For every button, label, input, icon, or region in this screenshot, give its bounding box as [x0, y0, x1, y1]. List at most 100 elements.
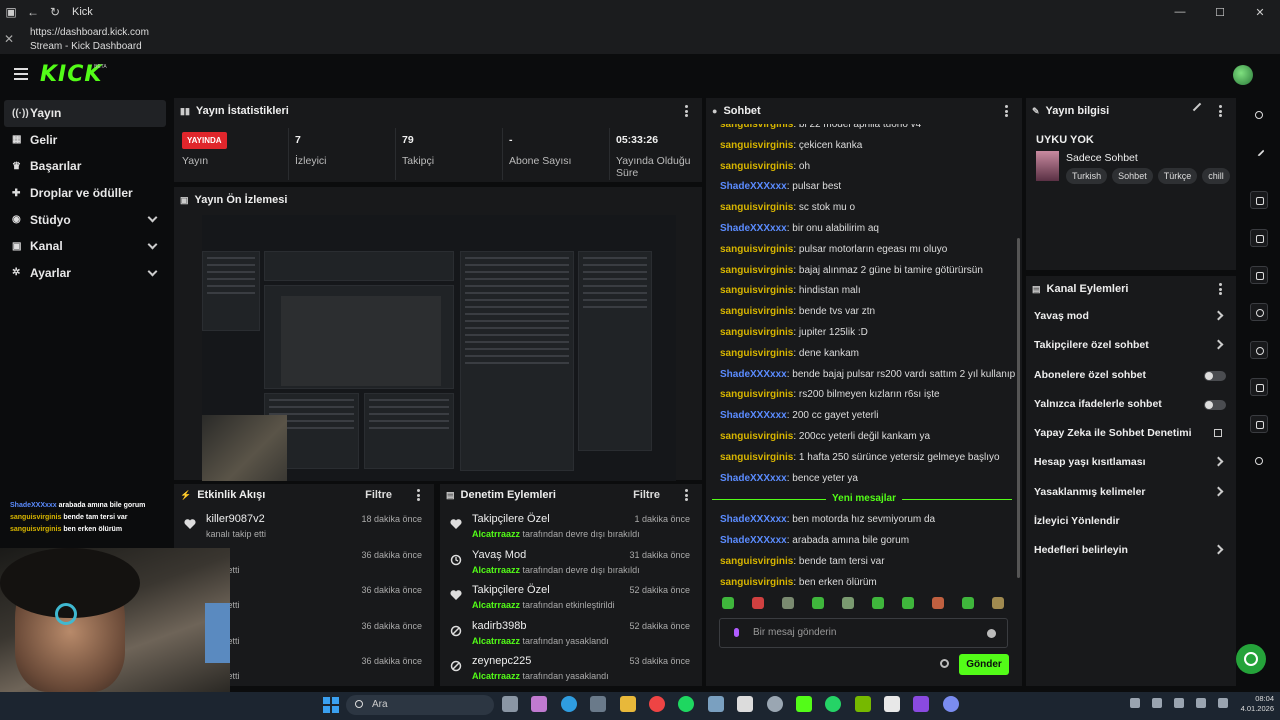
lightning-icon[interactable] [1250, 229, 1268, 247]
tag[interactable]: Sohbet [1112, 168, 1153, 184]
emote-icon[interactable] [992, 597, 1004, 609]
close-icon[interactable]: ✕ [4, 32, 14, 46]
sidebar-item-gelir[interactable]: ▦ Gelir [0, 127, 168, 154]
moderation-name[interactable]: zeynepc225 [472, 655, 531, 667]
sidebar-item-kanal[interactable]: ▣ Kanal [0, 233, 168, 260]
chat-scrollbar[interactable] [1017, 238, 1020, 578]
stream-category[interactable]: Sadece Sohbet [1066, 152, 1138, 164]
action-account-age[interactable]: Hesap yaşı kısıtlaması [1026, 448, 1236, 477]
folder-icon[interactable] [619, 696, 636, 712]
chrome-icon[interactable] [648, 696, 665, 712]
chat-username[interactable]: ShadeXXXxxx [720, 473, 787, 484]
back-icon[interactable]: ← [22, 5, 44, 19]
chat-username[interactable]: ShadeXXXxxx [720, 514, 787, 525]
chat-settings-icon[interactable] [940, 659, 949, 668]
stream-preview-video[interactable] [202, 215, 676, 481]
emote-icon[interactable] [932, 597, 944, 609]
wrench-icon[interactable] [1250, 415, 1268, 433]
edge-icon[interactable] [560, 696, 577, 712]
chat-username[interactable]: sanguisvirginis [720, 285, 793, 296]
sidebar-item-droplar[interactable]: ✚ Droplar ve ödüller [0, 180, 168, 207]
emote-icon[interactable] [812, 597, 824, 609]
gamepad-icon[interactable] [766, 696, 783, 712]
more-icon[interactable] [685, 105, 688, 117]
spotify-icon[interactable] [678, 696, 695, 712]
emoji-icon[interactable] [987, 629, 996, 638]
chat-username[interactable]: ShadeXXXxxx [720, 369, 787, 380]
kick-app-icon[interactable] [795, 696, 812, 712]
nvidia-icon[interactable] [854, 696, 871, 712]
emote-icon[interactable] [962, 597, 974, 609]
action-goals[interactable]: Hedefleri belirleyin [1026, 536, 1236, 565]
menu-icon[interactable] [14, 68, 28, 80]
emote-icon[interactable] [902, 597, 914, 609]
chat-username[interactable]: ShadeXXXxxx [720, 535, 787, 546]
tag[interactable]: Turkish [1066, 168, 1108, 184]
chat-username[interactable]: sanguisvirginis [720, 452, 793, 463]
emotes-only-toggle[interactable] [1204, 399, 1226, 410]
moderator-name[interactable]: Alcatrraazz [472, 600, 520, 610]
list-icon[interactable] [1250, 378, 1268, 396]
more-icon[interactable] [1005, 105, 1008, 117]
chat-input[interactable]: Bir mesaj gönderin [719, 618, 1008, 648]
sidebar-item-basarilar[interactable]: ♛ Başarılar [0, 153, 168, 180]
microphone-icon[interactable] [734, 628, 739, 637]
edit-icon[interactable] [1192, 102, 1202, 112]
store-icon[interactable] [590, 696, 607, 712]
user-avatar[interactable] [1233, 65, 1253, 85]
mic-tray-icon[interactable] [1174, 698, 1184, 708]
more-icon[interactable] [685, 489, 688, 501]
app-icon[interactable] [737, 696, 754, 712]
notes-icon[interactable] [913, 696, 930, 712]
emote-icon[interactable] [752, 597, 764, 609]
chat-username[interactable]: sanguisvirginis [720, 327, 793, 338]
chat-username[interactable]: sanguisvirginis [720, 265, 793, 276]
sidebar-item-studyo[interactable]: ◉ Stüdyo [0, 206, 168, 233]
voice-app-icon[interactable] [942, 696, 959, 712]
puzzle-icon[interactable] [1250, 452, 1268, 470]
more-icon[interactable] [417, 489, 420, 501]
filter-button[interactable]: Filtre [633, 489, 660, 501]
help-button[interactable] [1236, 644, 1266, 674]
more-icon[interactable] [1219, 283, 1222, 295]
chat-username[interactable]: sanguisvirginis [720, 306, 793, 317]
chat-username[interactable]: sanguisvirginis [720, 577, 793, 588]
g-app-icon[interactable] [884, 696, 901, 712]
action-followers-only[interactable]: Takipçilere özel sohbet [1026, 331, 1236, 360]
chat-username[interactable]: sanguisvirginis [720, 140, 793, 151]
minimize-icon[interactable]: — [1160, 6, 1200, 19]
widget-icon[interactable] [1250, 191, 1268, 209]
document-icon[interactable] [1250, 266, 1268, 284]
filter-button[interactable]: Filtre [365, 489, 392, 501]
moderator-name[interactable]: Alcatrraazz [472, 671, 520, 681]
chat-username[interactable]: sanguisvirginis [720, 389, 793, 400]
tag[interactable]: chill [1202, 168, 1230, 184]
chat-username[interactable]: sanguisvirginis [720, 431, 793, 442]
activity-name[interactable]: killer9087v2 [206, 513, 265, 525]
tag[interactable]: Türkçe [1157, 168, 1198, 184]
emote-icon[interactable] [842, 597, 854, 609]
moderator-name[interactable]: Alcatrraazz [472, 636, 520, 646]
emote-icon[interactable] [872, 597, 884, 609]
chat-username[interactable]: sanguisvirginis [720, 556, 793, 567]
sidebar-item-yayin[interactable]: ((·)) Yayın [4, 100, 166, 127]
emote-icon[interactable] [722, 597, 734, 609]
chat-icon[interactable] [1250, 303, 1268, 321]
taskbar-clock[interactable]: 08:04 4.01.2026 [1232, 694, 1274, 714]
send-button[interactable]: Gönder [959, 654, 1009, 675]
windows-start-icon[interactable] [323, 697, 339, 713]
more-icon[interactable] [1219, 105, 1222, 117]
chat-username[interactable]: ShadeXXXxxx [720, 181, 787, 192]
maximize-icon[interactable]: ☐ [1200, 6, 1240, 19]
volume-icon[interactable] [1218, 698, 1228, 708]
reload-icon[interactable]: ↻ [44, 5, 66, 19]
subscribers-only-toggle[interactable] [1204, 370, 1226, 381]
action-banned-words[interactable]: Yasaklanmış kelimeler [1026, 478, 1236, 507]
taskbar-search[interactable]: Ara [346, 695, 494, 715]
pen-icon[interactable] [1250, 142, 1268, 160]
moderation-name[interactable]: kadirb398b [472, 620, 526, 632]
sidebar-item-ayarlar[interactable]: ✲ Ayarlar [0, 260, 168, 287]
chat-username[interactable]: sanguisvirginis [720, 244, 793, 255]
url-text[interactable]: https://dashboard.kick.com [30, 27, 149, 38]
whatsapp-icon[interactable] [825, 696, 842, 712]
